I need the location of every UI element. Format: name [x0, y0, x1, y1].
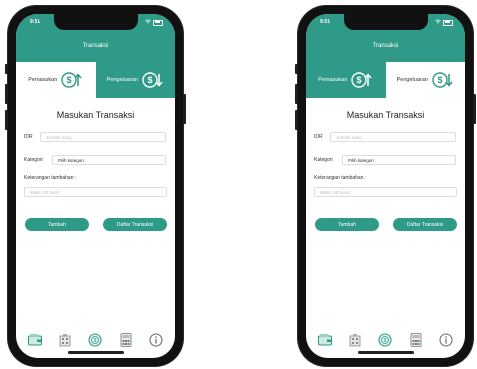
tab-pengeluaran[interactable]: Pengeluaran $	[95, 62, 175, 98]
tab-pengeluaran-label: Pengeluaran	[106, 77, 138, 83]
note-label: Keterangan tambahan :	[24, 175, 77, 181]
tab-pemasukan[interactable]: Pemasukan $	[16, 62, 96, 98]
dollar-arrow-up-icon: $	[351, 71, 373, 89]
wallet-icon[interactable]	[316, 331, 334, 349]
note-label: Keterangan tambahan :	[314, 175, 367, 181]
battery-icon	[153, 19, 163, 26]
battery-icon	[443, 19, 453, 26]
info-icon[interactable]	[147, 331, 165, 349]
stage: 9:51 Transaksi Pemasukan $ Pengeluaran $…	[0, 0, 477, 369]
svg-text:$: $	[384, 338, 387, 344]
transaction-form: Masukan Transaksi	[306, 98, 465, 120]
amount-input[interactable]: Jumlah uang	[40, 132, 166, 142]
category-row: Kategori Pilih kategori	[24, 155, 167, 165]
note-label-row: Keterangan tambahan :	[314, 175, 457, 181]
category-select[interactable]: Pilih kategori	[52, 155, 166, 165]
volume-up-button	[5, 84, 8, 104]
dollar-arrow-up-icon: $	[61, 71, 83, 89]
volume-down-button	[5, 110, 8, 130]
bottom-nav: $	[306, 330, 465, 350]
svg-text:$: $	[94, 338, 97, 344]
bottom-nav: $	[16, 330, 175, 350]
wifi-icon	[435, 19, 441, 26]
category-select[interactable]: Pilih kategori	[342, 155, 456, 165]
transaction-form: Masukan Transaksi	[16, 98, 175, 120]
power-button	[183, 94, 186, 124]
amount-row: IDR Jumlah uang	[24, 132, 167, 142]
status-time: 9:51	[30, 19, 41, 25]
tab-pengeluaran[interactable]: Pengeluaran $	[385, 62, 465, 98]
tab-pemasukan[interactable]: Pemasukan $	[306, 62, 386, 98]
form-title: Masukan Transaksi	[56, 110, 135, 120]
nav-title: Transaksi	[82, 43, 109, 49]
wifi-icon	[145, 19, 151, 26]
building-icon[interactable]	[346, 331, 364, 349]
svg-text:$: $	[147, 75, 152, 85]
note-label-row: Keterangan tambahan :	[24, 175, 167, 181]
svg-text:$: $	[437, 75, 442, 85]
notch	[343, 14, 428, 30]
category-label: Kategori	[314, 157, 333, 163]
status-time: 9:51	[320, 19, 331, 25]
info-icon[interactable]	[437, 331, 455, 349]
transaction-list-button[interactable]: Daftar Transaksi	[103, 218, 167, 231]
status-icons	[145, 19, 163, 26]
tab-pemasukan-label: Pemasukan	[318, 77, 348, 83]
volume-down-button	[295, 110, 298, 130]
tab-pemasukan-label: Pemasukan	[28, 77, 58, 83]
calculator-icon[interactable]	[407, 331, 425, 349]
nav-title: Transaksi	[372, 43, 399, 49]
screen-left: 9:51 Transaksi Pemasukan $ Pengeluaran $…	[16, 14, 175, 358]
dollar-arrow-down-icon: $	[432, 71, 454, 89]
mute-switch	[295, 64, 298, 74]
form-title: Masukan Transaksi	[346, 110, 425, 120]
category-label: Kategori	[24, 157, 43, 163]
transaction-type-tabs: Pemasukan $ Pengeluaran $	[306, 62, 465, 98]
phone-frame-left: 9:51 Transaksi Pemasukan $ Pengeluaran $…	[5, 6, 186, 366]
svg-text:$: $	[357, 75, 362, 85]
home-indicator[interactable]	[67, 351, 124, 354]
phone-frame-right: 9:51 Transaksi Pemasukan $ Pengeluaran $…	[295, 6, 476, 366]
amount-label: IDR	[314, 134, 323, 140]
note-row: Maks. 80 huruf	[24, 187, 167, 197]
svg-text:$: $	[67, 75, 72, 85]
status-icons	[435, 19, 453, 26]
tab-pengeluaran-label: Pengeluaran	[396, 77, 428, 83]
notch	[53, 14, 138, 30]
screen-right: 9:51 Transaksi Pemasukan $ Pengeluaran $…	[306, 14, 465, 358]
note-input[interactable]: Maks. 80 huruf	[24, 187, 167, 197]
mute-switch	[5, 64, 8, 74]
amount-label: IDR	[24, 134, 33, 140]
power-button	[473, 94, 476, 124]
dollar-arrow-down-icon: $	[142, 71, 164, 89]
wallet-icon[interactable]	[26, 331, 44, 349]
amount-input[interactable]: Jumlah uang	[330, 132, 456, 142]
calculator-icon[interactable]	[117, 331, 135, 349]
add-button[interactable]: Tambah	[25, 218, 89, 231]
coin-icon[interactable]: $	[376, 331, 394, 349]
home-indicator[interactable]	[357, 351, 414, 354]
category-row: Kategori Pilih kategori	[314, 155, 457, 165]
transaction-type-tabs: Pemasukan $ Pengeluaran $	[16, 62, 175, 98]
volume-up-button	[295, 84, 298, 104]
amount-row: IDR Jumlah uang	[314, 132, 457, 142]
note-row: Maks. 80 huruf	[314, 187, 457, 197]
building-icon[interactable]	[56, 331, 74, 349]
transaction-list-button[interactable]: Daftar Transaksi	[393, 218, 457, 231]
note-input[interactable]: Maks. 80 huruf	[314, 187, 457, 197]
coin-icon[interactable]: $	[86, 331, 104, 349]
add-button[interactable]: Tambah	[315, 218, 379, 231]
